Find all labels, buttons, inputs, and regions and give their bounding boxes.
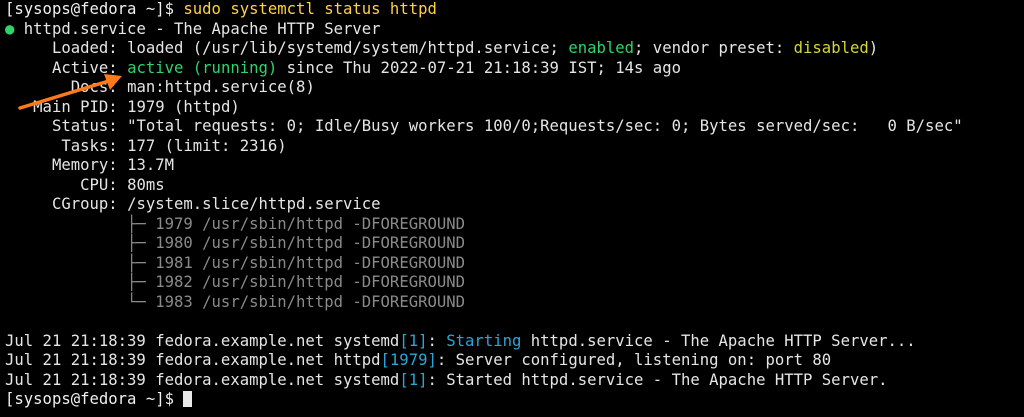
process-text: 1981 /usr/sbin/httpd -DFOREGROUND [155, 253, 466, 272]
tasks-value: 177 (limit: 2316) [127, 136, 287, 155]
terminal-window[interactable]: [sysops@fedora ~]$ sudo systemctl status… [5, 0, 963, 410]
tasks-label: Tasks: [5, 136, 128, 155]
cgroup-line: CGroup: /system.slice/httpd.service [5, 195, 963, 215]
process-row: ├─ 1981 /usr/sbin/httpd -DFOREGROUND [5, 254, 963, 274]
tree-branch-icon: ├─ [5, 234, 156, 252]
service-title-line: ● httpd.service - The Apache HTTP Server [5, 20, 963, 40]
command-line: [sysops@fedora ~]$ sudo systemctl status… [5, 0, 963, 20]
main-pid-label: Main PID: [5, 97, 128, 116]
log-line: Jul 21 21:18:39 fedora.example.net syste… [5, 332, 963, 352]
log-pid: [1] [399, 370, 428, 389]
vendor-preset-label: ; vendor preset: [634, 39, 794, 57]
active-state: active (running) [127, 58, 278, 77]
log-message: Started httpd.service - The Apache HTTP … [446, 370, 888, 389]
log-highlight: Starting [446, 331, 522, 350]
docs-line: Docs: man:httpd.service(8) [5, 78, 963, 98]
log-prefix: Jul 21 21:18:39 fedora.example.net httpd [5, 351, 381, 369]
cgroup-label: CGroup: [5, 195, 128, 213]
active-line: Active: active (running) since Thu 2022-… [5, 59, 963, 79]
log-prefix: Jul 21 21:18:39 fedora.example.net syste… [5, 331, 400, 350]
log-colon: : [427, 370, 447, 389]
docs-value: man:httpd.service(8) [127, 78, 315, 96]
log-pid: [1979] [380, 351, 437, 369]
memory-label: Memory: [5, 156, 128, 174]
main-pid-value: 1979 (httpd) [127, 97, 240, 116]
log-colon: : [436, 351, 456, 369]
process-text: 1980 /usr/sbin/httpd -DFOREGROUND [155, 234, 466, 252]
cpu-value: 80ms [127, 175, 165, 194]
status-dot-icon: ● [5, 19, 15, 38]
process-row: ├─ 1982 /usr/sbin/httpd -DFOREGROUND [5, 273, 963, 293]
cpu-label: CPU: [5, 175, 128, 194]
status-value: "Total requests: 0; Idle/Busy workers 10… [127, 117, 963, 135]
loaded-line: Loaded: loaded (/usr/lib/systemd/system/… [5, 39, 963, 59]
log-line: Jul 21 21:18:39 fedora.example.net syste… [5, 371, 963, 391]
process-row: ├─ 1979 /usr/sbin/httpd -DFOREGROUND [5, 215, 963, 235]
memory-line: Memory: 13.7M [5, 156, 963, 176]
tree-branch-icon: ├─ [5, 253, 156, 272]
shell-prompt: [sysops@fedora ~]$ [5, 390, 184, 408]
tree-end-icon: └─ [5, 292, 156, 311]
process-row: └─ 1983 /usr/sbin/httpd -DFOREGROUND [5, 293, 963, 313]
active-label: Active: [5, 58, 128, 77]
docs-label: Docs: [5, 78, 128, 96]
process-text: 1979 /usr/sbin/httpd -DFOREGROUND [155, 214, 466, 233]
log-colon: : [427, 331, 447, 350]
log-message: Server configured, listening on: port 80 [455, 351, 832, 369]
log-pid: [1] [399, 331, 428, 350]
log-prefix: Jul 21 21:18:39 fedora.example.net syste… [5, 370, 400, 389]
tree-branch-icon: ├─ [5, 273, 156, 291]
loaded-path: loaded (/usr/lib/systemd/system/httpd.se… [127, 39, 569, 57]
prompt-line[interactable]: [sysops@fedora ~]$ [5, 390, 963, 410]
tree-branch-icon: ├─ [5, 214, 156, 233]
status-label: Status: [5, 117, 128, 135]
shell-prompt: [sysops@fedora ~]$ [5, 0, 184, 18]
cursor-icon [183, 391, 193, 407]
main-pid-line: Main PID: 1979 (httpd) [5, 98, 963, 118]
process-row: ├─ 1980 /usr/sbin/httpd -DFOREGROUND [5, 234, 963, 254]
active-since: since Thu 2022-07-21 21:18:39 IST; 14s a… [277, 58, 681, 77]
loaded-label: Loaded: [5, 39, 128, 57]
status-line: Status: "Total requests: 0; Idle/Busy wo… [5, 117, 963, 137]
loaded-close: ) [868, 39, 879, 57]
command-text: sudo systemctl status httpd [183, 0, 437, 18]
enabled-state: enabled [568, 39, 635, 57]
log-line: Jul 21 21:18:39 fedora.example.net httpd… [5, 351, 963, 371]
service-title: httpd.service - The Apache HTTP Server [14, 19, 381, 38]
vendor-preset-state: disabled [793, 39, 869, 57]
log-message: httpd.service - The Apache HTTP Server..… [521, 331, 916, 350]
process-text: 1983 /usr/sbin/httpd -DFOREGROUND [155, 292, 466, 311]
tasks-line: Tasks: 177 (limit: 2316) [5, 137, 963, 157]
process-text: 1982 /usr/sbin/httpd -DFOREGROUND [155, 273, 466, 291]
cpu-line: CPU: 80ms [5, 176, 963, 196]
cgroup-value: /system.slice/httpd.service [127, 195, 381, 213]
memory-value: 13.7M [127, 156, 175, 174]
